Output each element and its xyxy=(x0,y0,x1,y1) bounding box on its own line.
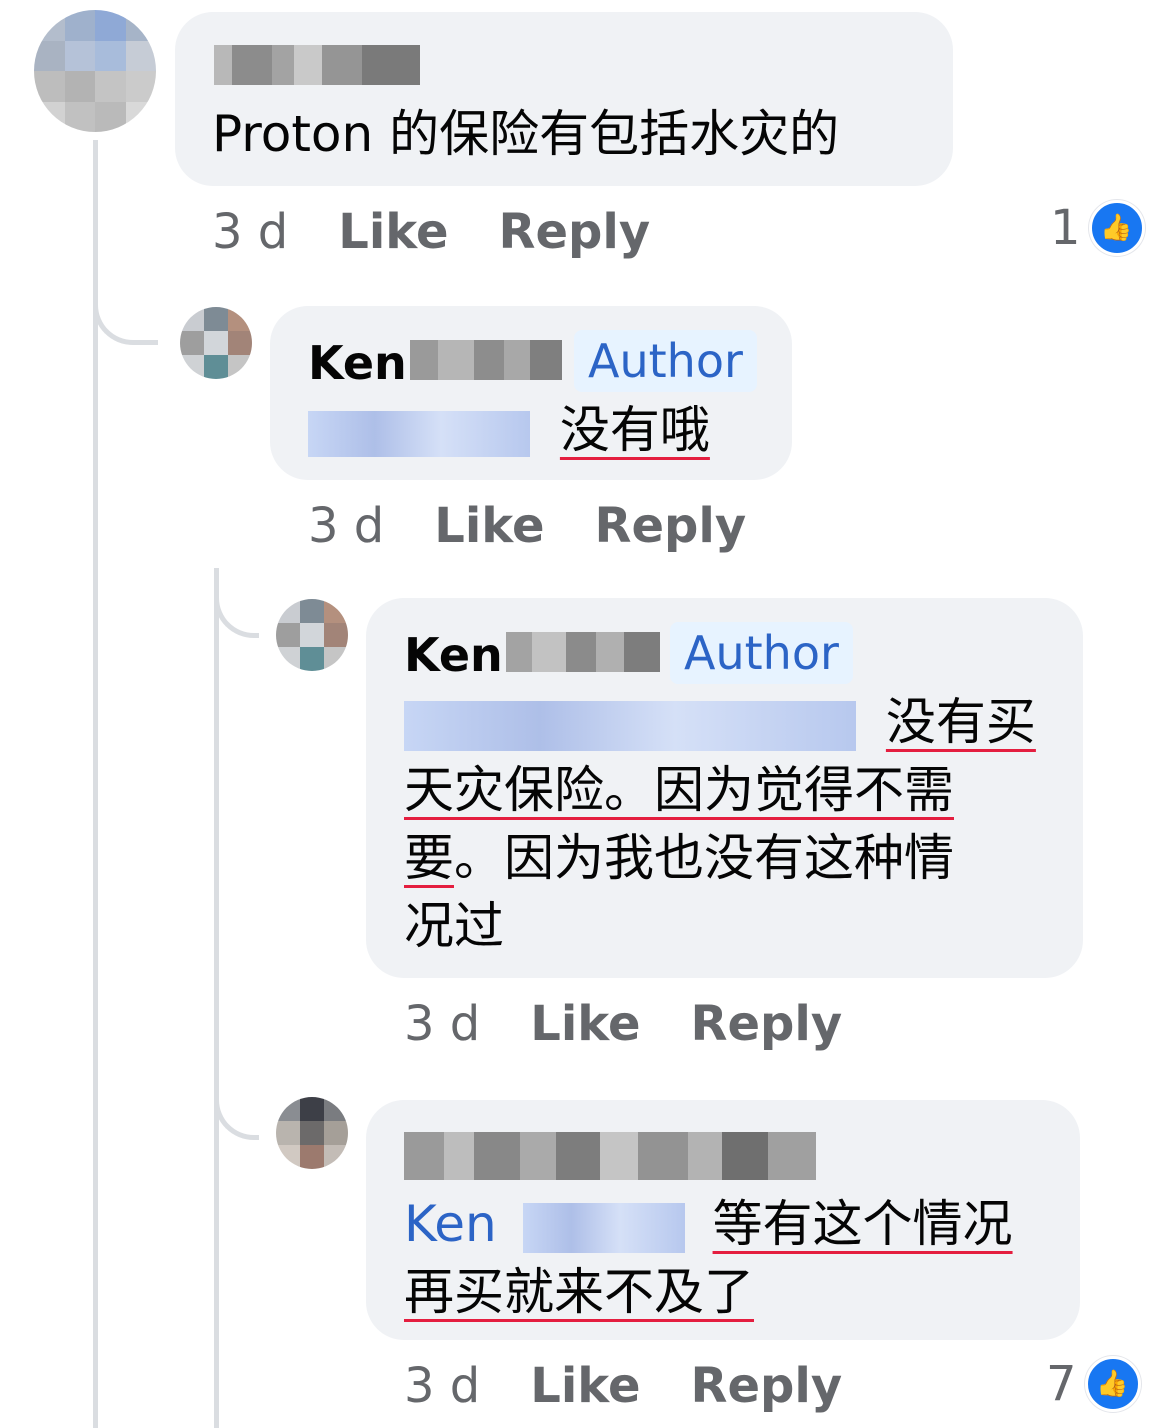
thread-curve xyxy=(214,1065,259,1140)
thread-curve xyxy=(214,568,259,638)
timestamp[interactable]: 3 d xyxy=(212,204,288,260)
comment-text-line: 再买就来不及了 xyxy=(404,1263,754,1321)
mention-redacted[interactable] xyxy=(522,1202,685,1253)
thread-line-nested xyxy=(214,568,219,1428)
like-button[interactable]: Like xyxy=(530,1358,640,1414)
author-badge: Author xyxy=(670,622,853,684)
comment-text-line: Ken 等有这个情况 xyxy=(404,1195,1013,1253)
comment-actions: 3 d Like Reply xyxy=(404,1358,842,1414)
thread-line-main xyxy=(93,140,98,1428)
reaction-count[interactable]: 1 👍 xyxy=(1050,200,1145,256)
avatar[interactable] xyxy=(34,10,156,132)
thumbs-up-icon: 👍 xyxy=(1088,200,1145,256)
commenter-name-redacted[interactable] xyxy=(214,45,420,85)
avatar[interactable] xyxy=(180,307,252,379)
avatar[interactable] xyxy=(276,599,348,671)
commenter-surname-redacted xyxy=(410,340,562,380)
author-badge: Author xyxy=(574,330,757,392)
commenter-surname-redacted xyxy=(506,632,660,672)
timestamp[interactable]: 3 d xyxy=(404,996,480,1052)
thumbs-up-icon: 👍 xyxy=(1084,1356,1141,1412)
comment-text-line: 要。因为我也没有这种情 xyxy=(404,829,954,887)
reaction-number: 7 xyxy=(1046,1356,1077,1412)
like-button[interactable]: Like xyxy=(338,204,448,260)
timestamp[interactable]: 3 d xyxy=(404,1358,480,1414)
commenter-name-redacted[interactable] xyxy=(404,1132,816,1180)
mention-link[interactable]: Ken xyxy=(404,1195,497,1253)
mention-redacted[interactable] xyxy=(308,410,530,457)
reply-button[interactable]: Reply xyxy=(499,204,651,260)
comment-actions: 3 d Like Reply xyxy=(212,204,650,260)
avatar[interactable] xyxy=(276,1097,348,1169)
like-button[interactable]: Like xyxy=(530,996,640,1052)
like-button[interactable]: Like xyxy=(434,498,544,554)
comment-actions: 3 d Like Reply xyxy=(308,498,746,554)
comment-text-line: 天灾保险。因为觉得不需 xyxy=(404,761,954,819)
comment-text-line: 况过 xyxy=(404,897,504,955)
comment-text: Proton 的保险有包括水灾的 xyxy=(212,105,840,163)
reply-button[interactable]: Reply xyxy=(595,498,747,554)
thread-curve xyxy=(93,260,158,345)
reaction-number: 1 xyxy=(1050,200,1081,256)
reply-button[interactable]: Reply xyxy=(691,1358,843,1414)
commenter-name[interactable]: Ken xyxy=(404,632,503,678)
commenter-name[interactable]: Ken xyxy=(308,340,407,386)
comment-actions: 3 d Like Reply xyxy=(404,996,842,1052)
comment-text: 没有哦 xyxy=(308,396,710,464)
comment-text-line: 没有买 xyxy=(404,688,1036,756)
reply-button[interactable]: Reply xyxy=(691,996,843,1052)
mention-redacted[interactable] xyxy=(404,700,856,751)
timestamp[interactable]: 3 d xyxy=(308,498,384,554)
reaction-count[interactable]: 7 👍 xyxy=(1046,1356,1141,1412)
